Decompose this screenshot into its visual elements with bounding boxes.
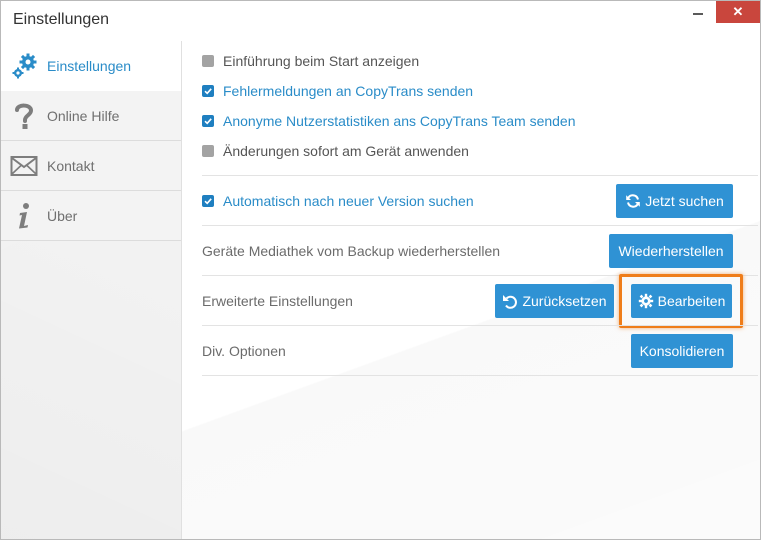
- divider: [202, 375, 758, 376]
- sidebar-item-kontakt[interactable]: Kontakt: [1, 141, 181, 191]
- divider: [202, 225, 758, 226]
- sidebar-item-label: Online Hilfe: [47, 107, 120, 124]
- question-icon: [1, 101, 47, 131]
- sidebar-item-label: Einstellungen: [47, 58, 132, 74]
- close-button[interactable]: ✕: [716, 1, 760, 23]
- checkbox-label: Änderungen sofort am Gerät anwenden: [223, 143, 469, 159]
- checkbox-row-apply-changes[interactable]: Änderungen sofort am Gerät anwenden: [202, 142, 758, 160]
- reset-button[interactable]: Zurücksetzen: [495, 284, 614, 318]
- check-icon: [204, 88, 212, 95]
- restore-button[interactable]: Wiederherstellen: [609, 234, 733, 268]
- checkbox-checked[interactable]: [202, 115, 214, 127]
- misc-label: Div. Optionen: [202, 343, 286, 359]
- window-controls: ✕: [680, 1, 760, 23]
- checkbox-row-intro[interactable]: Einführung beim Start anzeigen: [202, 52, 758, 70]
- edit-button[interactable]: Bearbeiten: [631, 284, 732, 318]
- checkbox-row-statistics[interactable]: Anonyme Nutzerstatistiken ans CopyTrans …: [202, 112, 758, 130]
- sidebar-item-ueber[interactable]: Über: [1, 191, 181, 241]
- button-label: Konsolidieren: [639, 343, 725, 359]
- window-title: Einstellungen: [13, 11, 110, 28]
- divider: [202, 175, 758, 176]
- minimize-button[interactable]: [680, 1, 716, 23]
- sidebar-item-online-hilfe[interactable]: Online Hilfe: [1, 91, 181, 141]
- checkbox-label: Einführung beim Start anzeigen: [223, 53, 420, 69]
- sidebar: Einstellungen Online Hilfe Kontakt Über: [1, 41, 182, 539]
- divider: [202, 325, 758, 326]
- settings-panel: Einführung beim Start anzeigen Fehlermel…: [182, 41, 760, 539]
- checkbox-label: Fehlermeldungen an CopyTrans senden: [223, 83, 474, 99]
- checkbox-label: Automatisch nach neuer Version suchen: [223, 193, 474, 209]
- checkbox-unchecked[interactable]: [202, 145, 214, 157]
- checkbox-row-error-reports[interactable]: Fehlermeldungen an CopyTrans senden: [202, 82, 758, 100]
- advanced-label: Erweiterte Einstellungen: [202, 293, 353, 309]
- restore-label: Geräte Mediathek vom Backup wiederherste…: [202, 243, 501, 259]
- info-icon: [1, 201, 47, 231]
- sidebar-item-label: Über: [47, 207, 78, 224]
- checkbox-unchecked[interactable]: [202, 55, 214, 67]
- check-icon: [204, 118, 212, 125]
- button-label: Bearbeiten: [657, 293, 726, 309]
- gear-icon: [638, 293, 654, 309]
- check-now-button[interactable]: Jetzt suchen: [616, 184, 733, 218]
- checkbox-checked[interactable]: [202, 195, 214, 207]
- refresh-icon: [625, 193, 641, 209]
- sidebar-item-label: Kontakt: [47, 157, 95, 174]
- sidebar-item-einstellungen[interactable]: Einstellungen: [1, 41, 181, 91]
- undo-icon: [502, 293, 518, 309]
- consolidate-button[interactable]: Konsolidieren: [631, 334, 733, 368]
- button-label: Wiederherstellen: [618, 243, 724, 259]
- settings-window: Einstellungen ✕ Einstellungen Online Hil…: [0, 0, 761, 540]
- envelope-icon: [1, 155, 47, 177]
- minimize-icon: [693, 13, 703, 15]
- title-bar: Einstellungen ✕: [1, 1, 760, 41]
- gears-icon: [1, 51, 47, 81]
- button-label: Jetzt suchen: [645, 193, 724, 209]
- checkbox-checked[interactable]: [202, 85, 214, 97]
- check-icon: [204, 198, 212, 205]
- button-label: Zurücksetzen: [522, 293, 607, 309]
- checkbox-label: Anonyme Nutzerstatistiken ans CopyTrans …: [223, 113, 576, 129]
